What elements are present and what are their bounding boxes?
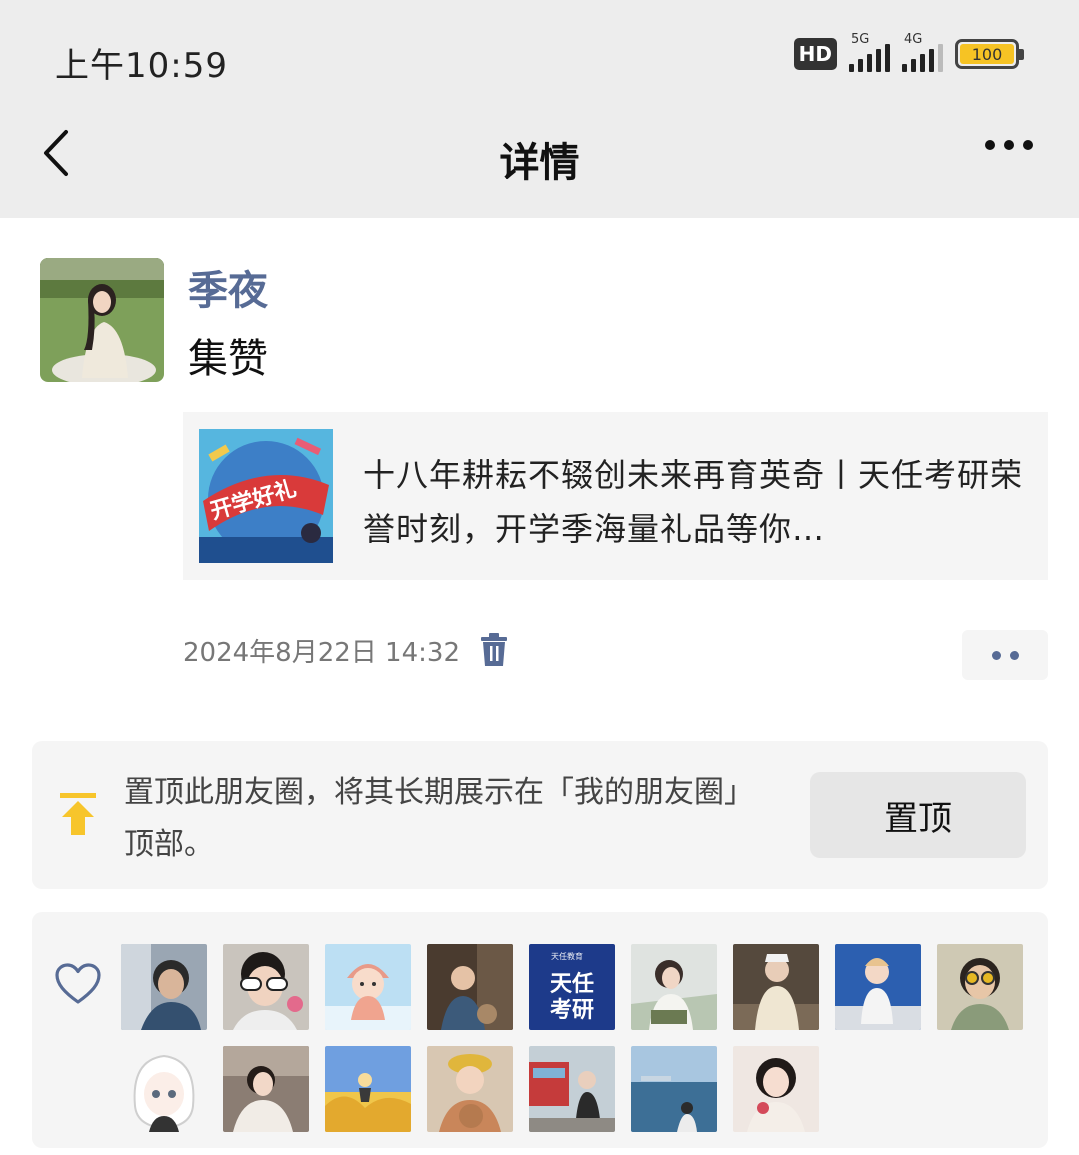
heart-outline-icon bbox=[55, 963, 101, 1004]
brand-line2: 考研 bbox=[549, 998, 594, 1023]
liker-avatar[interactable] bbox=[223, 944, 309, 1030]
network-4g-label: 4G bbox=[904, 32, 923, 47]
share-title: 十八年耕耘不辍创未来再育英奇丨天任考研荣誉时刻，开学季海量礼品等你… bbox=[363, 456, 1024, 548]
post-meta: 2024年8月22日 14:32 bbox=[183, 628, 510, 672]
pin-description: 置顶此朋友圈，将其长期展示在「我的朋友圈」顶部。 bbox=[124, 775, 754, 862]
status-time: 上午10:59 bbox=[55, 46, 228, 86]
signal-4g-icon: 4G bbox=[902, 32, 943, 72]
liker-avatar[interactable] bbox=[325, 944, 411, 1030]
share-thumbnail: 开学好礼 bbox=[199, 429, 333, 563]
liker-avatar[interactable] bbox=[631, 944, 717, 1030]
liker-avatar[interactable] bbox=[223, 1046, 309, 1132]
network-5g-label: 5G bbox=[851, 32, 870, 47]
back-button[interactable] bbox=[38, 128, 78, 178]
chevron-left-icon bbox=[44, 130, 68, 176]
page-title: 详情 bbox=[499, 140, 580, 186]
signal-5g-icon: 5G bbox=[849, 32, 890, 72]
avatar[interactable] bbox=[40, 258, 164, 382]
liker-avatar[interactable] bbox=[427, 1046, 513, 1132]
liker-avatar[interactable] bbox=[937, 944, 1023, 1030]
pin-to-top-icon bbox=[60, 793, 96, 835]
liker-avatar[interactable] bbox=[529, 1046, 615, 1132]
share-card[interactable]: 开学好礼 十八年耕耘不辍创未来再育英奇丨天任考研荣誉时刻，开学季海量礼品等你… bbox=[183, 412, 1048, 580]
brand-small-text: 天任教育 bbox=[551, 952, 583, 961]
liker-avatar[interactable] bbox=[733, 1046, 819, 1132]
user-name[interactable]: 季夜 bbox=[188, 258, 268, 316]
liker-avatar[interactable] bbox=[121, 1046, 207, 1132]
pin-button[interactable]: 置顶 bbox=[810, 772, 1026, 858]
post-date: 2024年8月22日 14:32 bbox=[183, 637, 460, 668]
post-text: 集赞 bbox=[188, 336, 268, 382]
liker-avatar[interactable] bbox=[325, 1046, 411, 1132]
battery-icon: 100 bbox=[955, 39, 1024, 69]
more-dots-icon bbox=[985, 140, 995, 150]
battery-level: 100 bbox=[960, 44, 1014, 64]
nav-bar: 详情 bbox=[0, 110, 1079, 218]
liker-avatar[interactable] bbox=[733, 944, 819, 1030]
brand-line1: 天任 bbox=[549, 972, 594, 997]
hd-badge: HD bbox=[793, 38, 837, 70]
status-bar: 上午10:59 HD 5G 4G 100 bbox=[0, 0, 1079, 110]
liker-avatar[interactable] bbox=[427, 944, 513, 1030]
liker-avatar[interactable] bbox=[121, 944, 207, 1030]
two-dots-icon bbox=[991, 650, 1001, 660]
liker-avatar[interactable] bbox=[631, 1046, 717, 1132]
trash-icon[interactable] bbox=[478, 632, 510, 668]
status-icons: HD 5G 4G 100 bbox=[793, 32, 1024, 72]
likes-panel: 天任教育 天任 考研 bbox=[32, 912, 1048, 1148]
more-button[interactable] bbox=[985, 140, 1033, 150]
brand-avatar[interactable]: 天任教育 天任 考研 bbox=[529, 944, 615, 1030]
comment-like-button[interactable] bbox=[962, 630, 1048, 680]
pin-panel: 置顶此朋友圈，将其长期展示在「我的朋友圈」顶部。 置顶 bbox=[32, 741, 1048, 889]
liker-avatar[interactable] bbox=[835, 944, 921, 1030]
